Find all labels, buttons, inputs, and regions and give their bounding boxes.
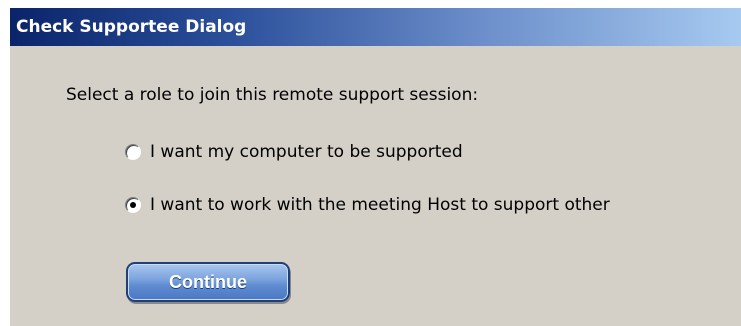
radio-supporter[interactable] [125, 197, 141, 213]
role-option-supported[interactable]: I want my computer to be supported [125, 140, 463, 164]
role-option-supporter-label[interactable]: I want to work with the meeting Host to … [150, 195, 610, 215]
radio-supported[interactable] [125, 144, 141, 160]
check-supportee-dialog: Check Supportee Dialog Select a role to … [9, 8, 741, 326]
dialog-title: Check Supportee Dialog [16, 17, 247, 37]
role-option-supported-label[interactable]: I want my computer to be supported [150, 142, 463, 162]
continue-button[interactable]: Continue [126, 262, 290, 302]
role-prompt: Select a role to join this remote suppor… [66, 85, 479, 105]
continue-button-label: Continue [169, 271, 247, 292]
role-option-supporter[interactable]: I want to work with the meeting Host to … [125, 193, 610, 217]
title-bar: Check Supportee Dialog [10, 8, 741, 46]
